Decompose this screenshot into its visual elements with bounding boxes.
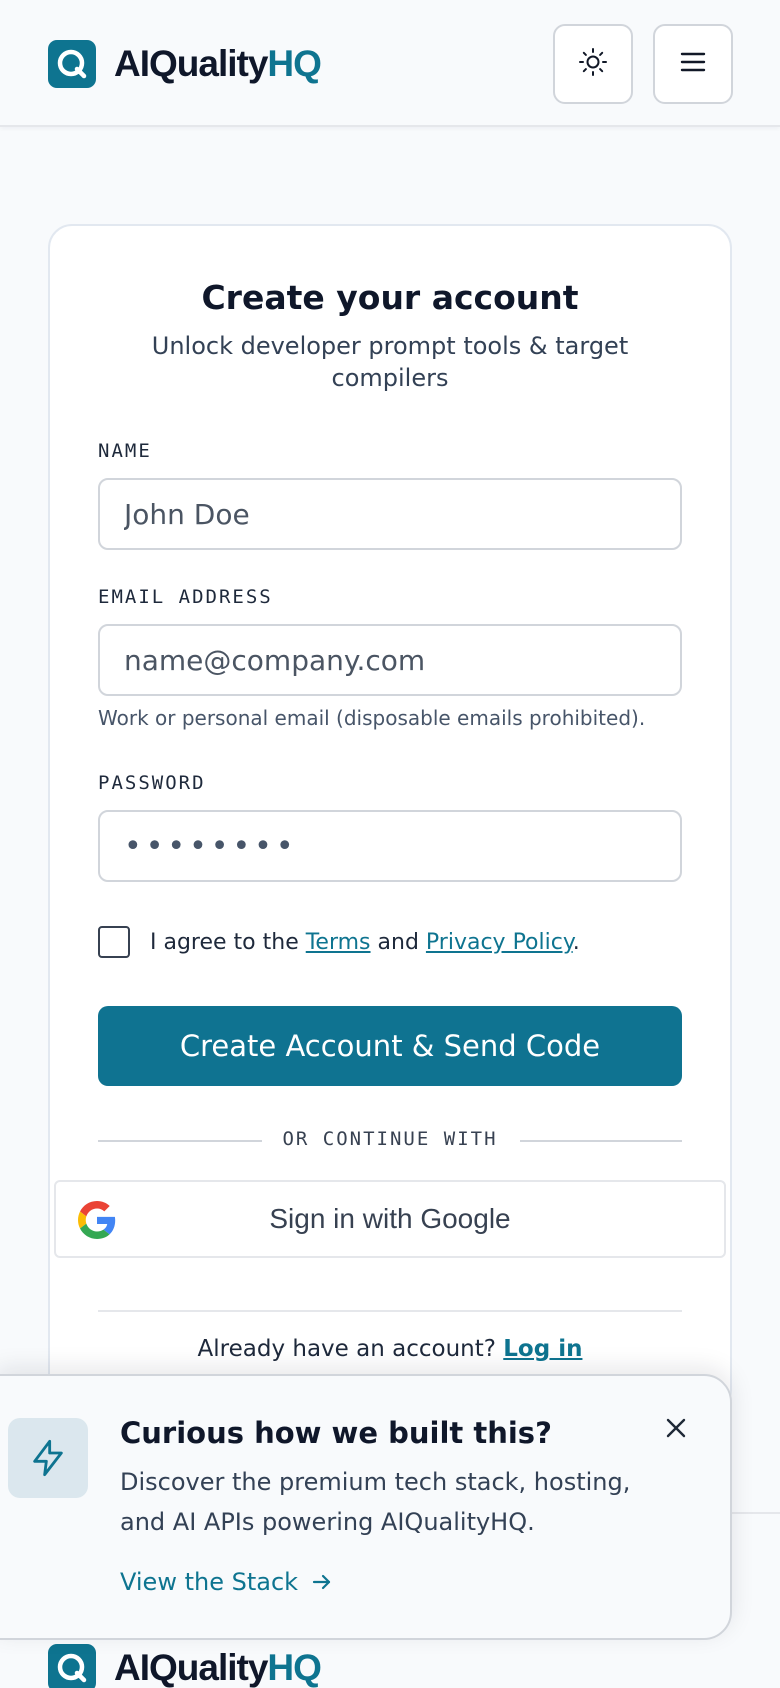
logo-q-icon	[48, 40, 96, 88]
terms-text: I agree to the Terms and Privacy Policy.	[150, 930, 580, 955]
toast-body: Discover the premium tech stack, hosting…	[120, 1468, 631, 1536]
name-input[interactable]	[98, 478, 682, 550]
create-account-button[interactable]: Create Account & Send Code	[98, 1006, 682, 1086]
menu-button[interactable]	[653, 24, 733, 104]
sun-icon	[577, 46, 609, 82]
login-prompt-text: Already have an account?	[197, 1336, 504, 1362]
close-icon[interactable]	[658, 1410, 694, 1446]
view-stack-label: View the Stack	[120, 1568, 299, 1596]
footer-logo-accent: HQ	[267, 1647, 321, 1688]
password-input[interactable]: ••••••••	[98, 810, 682, 882]
logo-main: AIQuality	[114, 43, 268, 84]
toast-title: Curious how we built this?	[120, 1416, 552, 1450]
theme-toggle-button[interactable]	[553, 24, 633, 104]
menu-icon	[678, 47, 708, 81]
logo-text: AIQualityHQ	[114, 43, 322, 85]
terms-checkbox[interactable]	[98, 926, 130, 958]
email-input[interactable]	[98, 624, 682, 696]
terms-link[interactable]: Terms	[306, 930, 371, 955]
agree-and: and	[370, 929, 426, 955]
password-value: ••••••••	[124, 828, 298, 864]
terms-agreement: I agree to the Terms and Privacy Policy.	[98, 926, 580, 958]
or-continue-with: OR CONTINUE WITH	[282, 1128, 498, 1150]
footer-logo-main: AIQuality	[114, 1647, 268, 1688]
signup-card: Create your account Unlock developer pro…	[48, 224, 732, 1414]
privacy-policy-link[interactable]: Privacy Policy	[426, 930, 573, 955]
arrow-right-icon	[310, 1570, 334, 1594]
view-stack-link[interactable]: View the Stack	[120, 1568, 334, 1596]
top-header: AIQualityHQ	[0, 0, 780, 127]
lightning-icon	[8, 1418, 88, 1498]
password-label: PASSWORD	[98, 772, 206, 794]
email-label: EMAIL ADDRESS	[98, 586, 273, 608]
page-subtitle: Unlock developer prompt tools & target c…	[151, 332, 629, 392]
agree-suffix: .	[572, 929, 580, 955]
footer-logo-text: AIQualityHQ	[114, 1647, 322, 1688]
site-logo[interactable]: AIQualityHQ	[48, 40, 322, 88]
promo-toast: Curious how we built this? Discover the …	[0, 1374, 732, 1640]
name-label: NAME	[98, 440, 152, 462]
footer-logo[interactable]: AIQualityHQ	[48, 1644, 322, 1688]
login-link[interactable]: Log in	[503, 1336, 582, 1362]
logo-q-icon	[48, 1644, 96, 1688]
google-sign-in-label: Sign in with Google	[269, 1203, 511, 1234]
footer-separator	[98, 1310, 682, 1312]
google-sign-in-button[interactable]: Sign in with Google	[54, 1180, 726, 1258]
logo-accent: HQ	[267, 43, 321, 84]
email-hint: Work or personal email (disposable email…	[98, 706, 646, 730]
login-prompt: Already have an account? Log in	[50, 1336, 730, 1362]
page-title: Create your account	[201, 278, 579, 317]
agree-prefix: I agree to the	[150, 929, 306, 955]
